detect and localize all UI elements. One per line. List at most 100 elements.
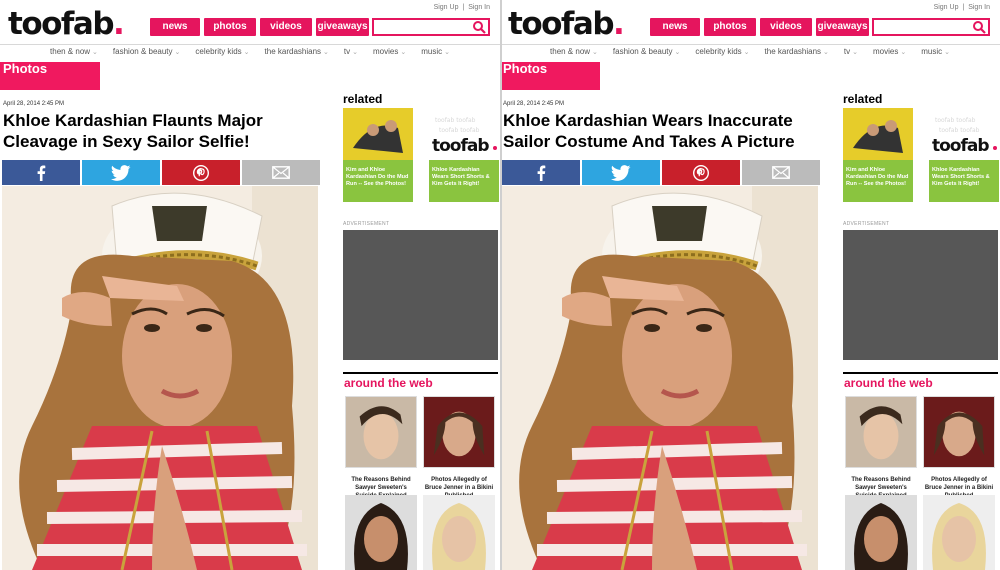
nav-photos-button[interactable]: photos [204,18,256,36]
subnav-item[interactable]: movies ⌄ [373,47,406,61]
facebook-share-button[interactable] [502,160,580,185]
brunette-thumbnail [845,495,917,570]
brunette-thumbnail [345,495,417,570]
related-caption: Kim and Khloe Kardashian Do the Mud Run … [846,167,909,187]
toofab-logo[interactable]: toofab. [508,6,625,42]
section-banner[interactable]: Photos [0,62,100,90]
article-title: Khloe Kardashian Wears Inaccurate Sailor… [503,111,795,151]
jenner-thumbnail [423,396,495,468]
subnav-item[interactable]: the kardashians ⌄ [765,47,829,61]
main-nav: news photos videos giveaways [150,18,369,36]
account-links: Sign Up | Sign In [932,4,990,11]
sign-up-link[interactable]: Sign Up [934,4,959,11]
subnav-item[interactable]: the kardashians ⌄ [265,47,329,61]
svg-text:toofab toofab: toofab toofab [435,117,476,124]
search-input[interactable] [372,18,490,36]
advertisement-slot[interactable] [343,230,498,360]
around-card[interactable] [345,495,417,570]
around-card[interactable] [923,495,995,570]
mud-run-thumbnail [343,108,413,160]
nav-news-button[interactable]: news [650,18,700,36]
related-card[interactable]: Kim and Khloe Kardashian Do the Mud Run … [843,108,913,202]
subnav-item[interactable]: celebrity kids ⌄ [195,47,249,61]
related-card[interactable]: toofab toofab toofab toofab toofab Khloe K… [429,108,499,202]
search-icon[interactable] [472,20,486,34]
main-nav: news photos videos giveaways [650,18,869,36]
advertisement-slot[interactable] [843,230,998,360]
advertisement-label: ADVERTISEMENT [843,221,890,227]
subnav-item[interactable]: tv ⌄ [344,47,358,61]
subnav-item[interactable]: fashion & beauty ⌄ [613,47,680,61]
sign-up-link[interactable]: Sign Up [434,4,459,11]
svg-text:toofab toofab: toofab toofab [935,117,976,124]
sign-in-link[interactable]: Sign In [968,4,990,11]
article-photo[interactable] [2,186,318,570]
article-page-original: toofab. Sign Up | Sign In news photos vi… [0,0,500,570]
nav-news-button[interactable]: news [150,18,200,36]
related-caption: Kim and Khloe Kardashian Do the Mud Run … [346,167,409,187]
nav-giveaways-button[interactable]: giveaways [316,18,369,36]
nav-photos-button[interactable]: photos [704,18,756,36]
subnav-item[interactable]: music ⌄ [921,47,950,61]
twitter-share-button[interactable] [82,160,160,185]
article-photo[interactable] [502,186,818,570]
subnav-item[interactable]: then & now ⌄ [550,47,598,61]
subnav-item[interactable]: music ⌄ [421,47,450,61]
subnav-item[interactable]: celebrity kids ⌄ [695,47,749,61]
jenner-thumbnail [923,396,995,468]
subnav-item[interactable]: movies ⌄ [873,47,906,61]
sub-nav: then & now ⌄ fashion & beauty ⌄ celebrity … [500,47,1000,61]
email-share-button[interactable] [242,160,320,185]
around-card[interactable]: Photos Allegedly of Bruce Jenner in a Bi… [423,396,495,500]
around-card[interactable]: The Reasons Behind Sawyer Sweeten's Suic… [345,396,417,500]
pinterest-share-button[interactable] [162,160,240,185]
around-the-web-heading: around the web [344,376,433,390]
blonde-thumbnail [923,495,995,570]
svg-text:toofab toofab: toofab toofab [439,127,480,134]
subnav-item[interactable]: then & now ⌄ [50,47,98,61]
svg-text:toofab toofab: toofab toofab [939,127,980,134]
nav-giveaways-button[interactable]: giveaways [816,18,869,36]
toofab-placeholder-thumbnail: toofab toofab toofab toofab toofab [429,108,499,160]
around-card[interactable]: The Reasons Behind Sawyer Sweeten's Suic… [845,396,917,500]
email-icon [272,166,290,179]
sawyer-thumbnail [345,396,417,468]
email-share-button[interactable] [742,160,820,185]
mud-run-thumbnail [843,108,913,160]
around-card[interactable] [423,495,495,570]
twitter-share-button[interactable] [582,160,660,185]
svg-text:toofab: toofab [432,136,489,156]
header-divider [0,44,500,45]
subnav-item[interactable]: tv ⌄ [844,47,858,61]
facebook-icon [537,165,546,181]
account-links: Sign Up | Sign In [432,4,490,11]
pinterest-icon [193,164,209,181]
comparison-screenshot: toofab. Sign Up | Sign In news photos vi… [0,0,1000,570]
blonde-thumbnail [423,495,495,570]
toofab-placeholder-thumbnail: toofab toofab toofab toofab toofab [929,108,999,160]
link-separator: | [462,4,465,11]
related-heading: related [343,92,383,106]
around-the-web-heading: around the web [844,376,933,390]
facebook-share-button[interactable] [2,160,80,185]
facebook-icon [37,165,46,181]
email-icon [772,166,790,179]
subnav-item[interactable]: fashion & beauty ⌄ [113,47,180,61]
related-card[interactable]: Kim and Khloe Kardashian Do the Mud Run … [343,108,413,202]
toofab-logo[interactable]: toofab. [8,6,125,42]
nav-videos-button[interactable]: videos [760,18,812,36]
pinterest-share-button[interactable] [662,160,740,185]
twitter-icon [611,164,631,181]
sign-in-link[interactable]: Sign In [468,4,490,11]
around-card[interactable]: Photos Allegedly of Bruce Jenner in a Bi… [923,396,995,500]
sub-nav: then & now ⌄ fashion & beauty ⌄ celebrity … [0,47,500,61]
related-card[interactable]: toofab toofab toofab toofab toofab Khloe K… [929,108,999,202]
search-input[interactable] [872,18,990,36]
advertisement-label: ADVERTISEMENT [343,221,390,227]
related-heading: related [843,92,883,106]
around-divider [343,372,498,374]
around-card[interactable] [845,495,917,570]
search-icon[interactable] [972,20,986,34]
nav-videos-button[interactable]: videos [260,18,312,36]
section-banner[interactable]: Photos [500,62,600,90]
